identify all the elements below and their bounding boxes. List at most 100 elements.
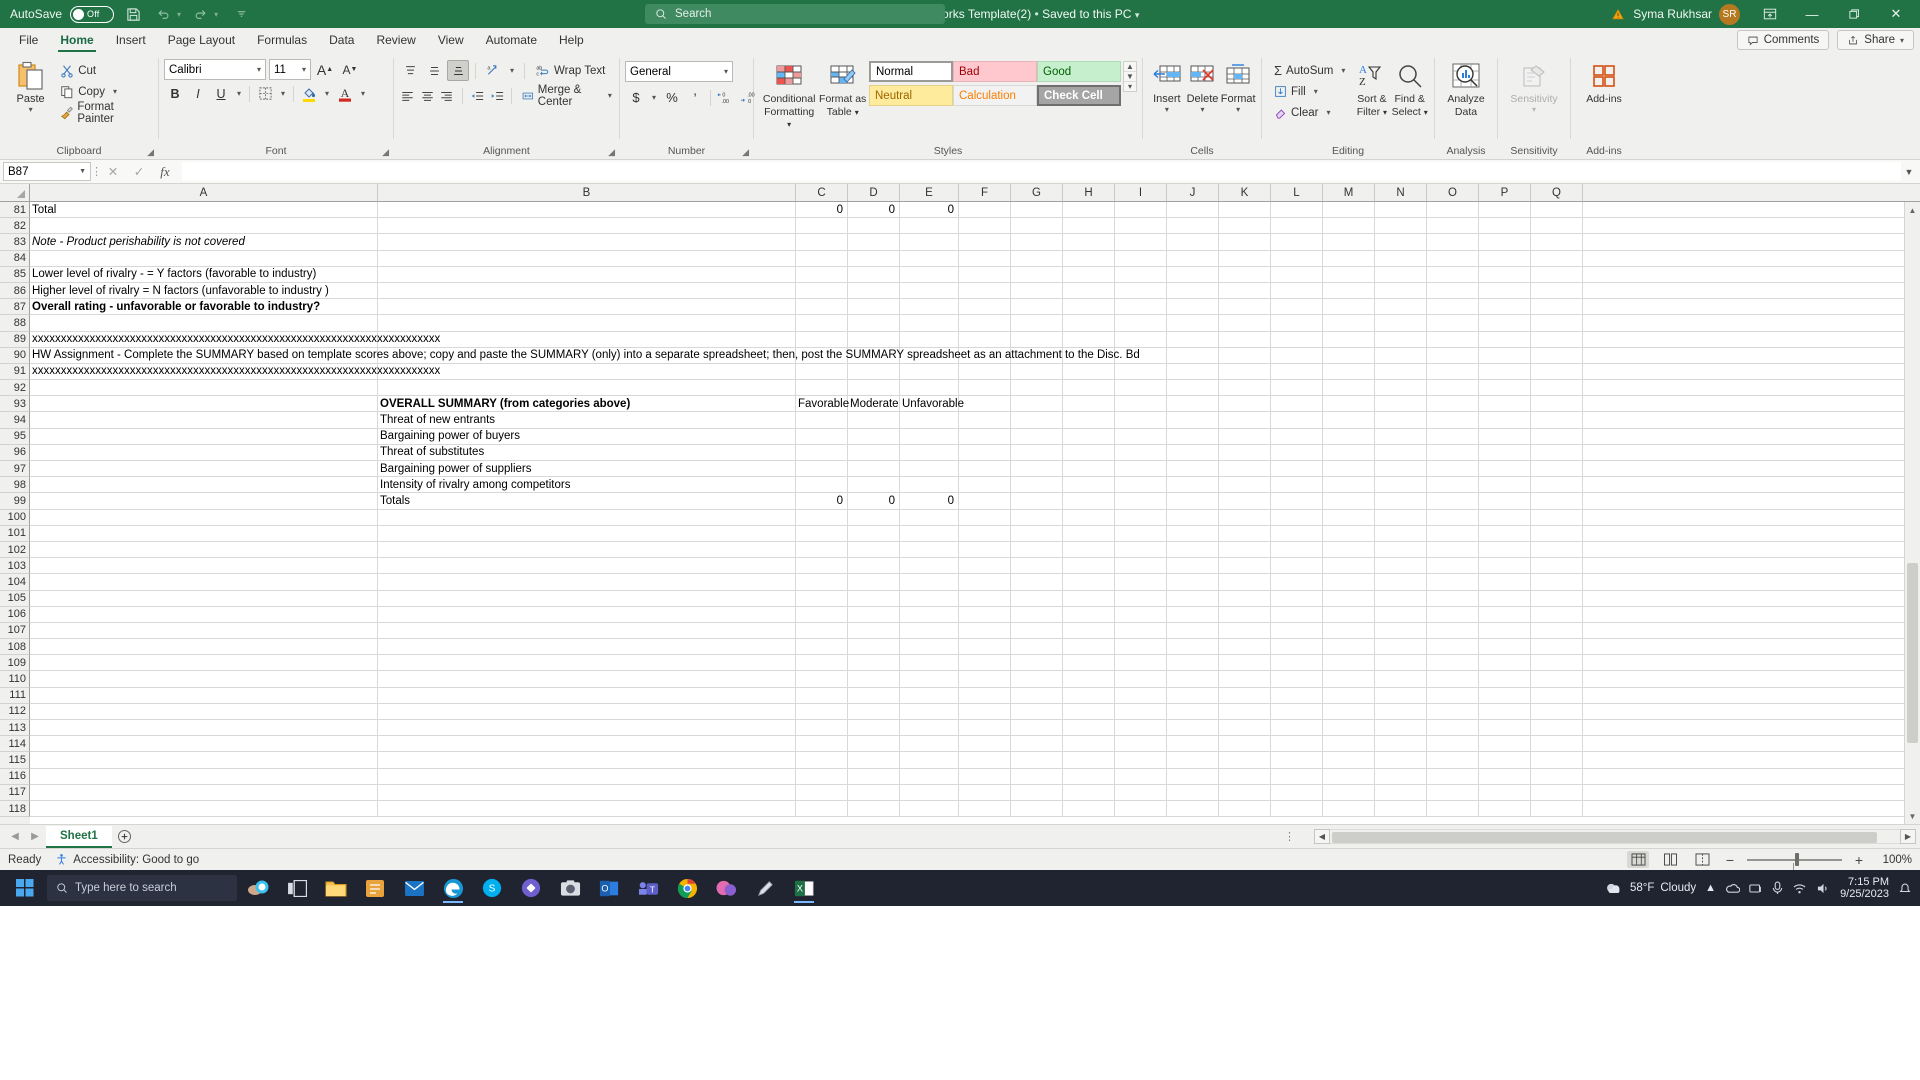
cell-D92[interactable]	[848, 380, 900, 396]
cell-N95[interactable]	[1375, 428, 1427, 444]
cell-G85[interactable]	[1011, 266, 1063, 282]
cell-H113[interactable]	[1063, 720, 1115, 736]
cell-P93[interactable]	[1479, 396, 1531, 412]
format-painter-button[interactable]: Format Painter	[56, 101, 153, 125]
cell-L102[interactable]	[1271, 541, 1323, 558]
cell-C111[interactable]	[796, 687, 848, 703]
sensitivity-button[interactable]: Sensitivity ▾	[1507, 57, 1561, 114]
cell-H102[interactable]	[1063, 541, 1115, 558]
cell-Q102[interactable]	[1531, 541, 1583, 558]
cell-A84[interactable]	[30, 250, 378, 266]
select-all-corner[interactable]	[0, 184, 30, 201]
cell-Q110[interactable]	[1531, 671, 1583, 687]
cell-L112[interactable]	[1271, 703, 1323, 719]
cell-H111[interactable]	[1063, 687, 1115, 703]
cell-O99[interactable]	[1427, 493, 1479, 509]
row-header-118[interactable]: 118	[0, 800, 30, 818]
cell-L98[interactable]	[1271, 477, 1323, 493]
cell-F94[interactable]	[959, 412, 1011, 428]
cells-area[interactable]: Total 0 0 0 Note - Product perishability is …	[30, 202, 1920, 824]
cell-J109[interactable]	[1167, 655, 1219, 671]
cell-D82[interactable]	[848, 218, 900, 234]
cell-Q105[interactable]	[1531, 590, 1583, 606]
cell-N100[interactable]	[1375, 509, 1427, 525]
cell-C108[interactable]	[796, 639, 848, 655]
cell-C88[interactable]	[796, 315, 848, 331]
cell-O91[interactable]	[1427, 363, 1479, 380]
cell-P118[interactable]	[1479, 800, 1531, 817]
avatar[interactable]: SR	[1719, 3, 1740, 25]
cell-I109[interactable]	[1115, 655, 1167, 671]
cell-C117[interactable]	[796, 784, 848, 800]
cell-N91[interactable]	[1375, 363, 1427, 380]
cell-I104[interactable]	[1115, 574, 1167, 590]
cell-Q92[interactable]	[1531, 380, 1583, 396]
cell-G93[interactable]	[1011, 396, 1063, 412]
cell-Q99[interactable]	[1531, 493, 1583, 509]
cell-M83[interactable]	[1323, 234, 1375, 250]
fill-color-chevron-down-icon[interactable]: ▾	[321, 89, 333, 98]
cell-L86[interactable]	[1271, 282, 1323, 299]
row-header-112[interactable]: 112	[0, 703, 30, 720]
cell-P105[interactable]	[1479, 590, 1531, 606]
cell-Q107[interactable]	[1531, 622, 1583, 639]
wrap-text-button[interactable]: ab c Wrap Text	[531, 60, 609, 81]
column-header-m[interactable]: M	[1323, 184, 1375, 201]
cell-B101[interactable]	[378, 525, 796, 541]
cell-O85[interactable]	[1427, 266, 1479, 282]
cell-F86[interactable]	[959, 282, 1011, 299]
cell-J106[interactable]	[1167, 606, 1219, 622]
cell-C106[interactable]	[796, 606, 848, 622]
cell-L113[interactable]	[1271, 720, 1323, 736]
row-header-108[interactable]: 108	[0, 639, 30, 656]
cell-J114[interactable]	[1167, 736, 1219, 752]
cell-J118[interactable]	[1167, 800, 1219, 817]
zoom-slider[interactable]	[1747, 853, 1842, 870]
cell-I101[interactable]	[1115, 525, 1167, 541]
cell-N96[interactable]	[1375, 444, 1427, 460]
cell-Q95[interactable]	[1531, 428, 1583, 444]
cell-H107[interactable]	[1063, 622, 1115, 639]
teams-icon[interactable]: T	[630, 872, 666, 904]
cell-A108[interactable]	[30, 639, 378, 655]
cell-G83[interactable]	[1011, 234, 1063, 250]
row-header-110[interactable]: 110	[0, 671, 30, 688]
cell-M100[interactable]	[1323, 509, 1375, 525]
cell-I117[interactable]	[1115, 784, 1167, 800]
cell-L106[interactable]	[1271, 606, 1323, 622]
cell-N117[interactable]	[1375, 784, 1427, 800]
clipboard-dialog-launcher[interactable]: ◢	[147, 145, 154, 160]
cell-L88[interactable]	[1271, 315, 1323, 331]
cell-J88[interactable]	[1167, 315, 1219, 331]
cell-D84[interactable]	[848, 250, 900, 266]
cell-P89[interactable]	[1479, 331, 1531, 347]
row-header-106[interactable]: 106	[0, 606, 30, 623]
cell-C102[interactable]	[796, 541, 848, 558]
cell-J110[interactable]	[1167, 671, 1219, 687]
cell-M81[interactable]	[1323, 202, 1375, 218]
format-cells-button[interactable]: Format ▾	[1220, 57, 1256, 114]
cell-O102[interactable]	[1427, 541, 1479, 558]
cell-C96[interactable]	[796, 444, 848, 460]
cell-C118[interactable]	[796, 800, 848, 817]
cell-G91[interactable]	[1011, 363, 1063, 380]
cell-A82[interactable]	[30, 218, 378, 234]
cell-B93[interactable]: OVERALL SUMMARY (from categories above)	[378, 396, 796, 412]
cell-D95[interactable]	[848, 428, 900, 444]
cell-F117[interactable]	[959, 784, 1011, 800]
cell-N114[interactable]	[1375, 736, 1427, 752]
cell-Q93[interactable]	[1531, 396, 1583, 412]
cell-L93[interactable]	[1271, 396, 1323, 412]
excel-icon[interactable]: X	[786, 872, 822, 904]
row-header-100[interactable]: 100	[0, 509, 30, 526]
cell-B83[interactable]	[378, 234, 796, 250]
cell-K111[interactable]	[1219, 687, 1271, 703]
cell-L115[interactable]	[1271, 752, 1323, 768]
cell-H81[interactable]	[1063, 202, 1115, 218]
cell-H108[interactable]	[1063, 639, 1115, 655]
cell-H86[interactable]	[1063, 282, 1115, 299]
cell-J83[interactable]	[1167, 234, 1219, 250]
cell-J112[interactable]	[1167, 703, 1219, 719]
cell-N110[interactable]	[1375, 671, 1427, 687]
cell-I91[interactable]	[1115, 363, 1167, 380]
